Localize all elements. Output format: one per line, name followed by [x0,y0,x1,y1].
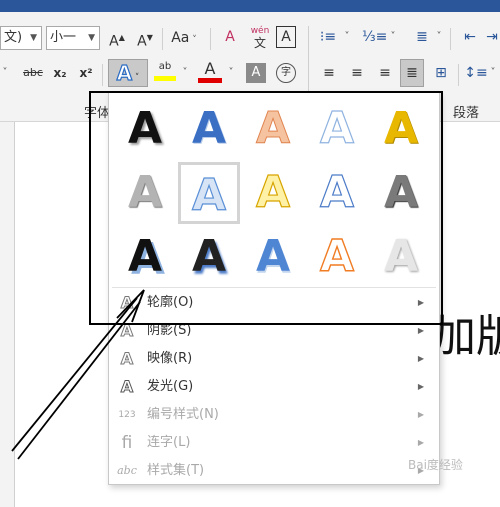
annotation-arrows [11,289,145,460]
annotation-arrow-line [11,297,138,452]
annotation-arrow-line [17,301,141,460]
watermark: Bai度经验 [408,458,463,472]
